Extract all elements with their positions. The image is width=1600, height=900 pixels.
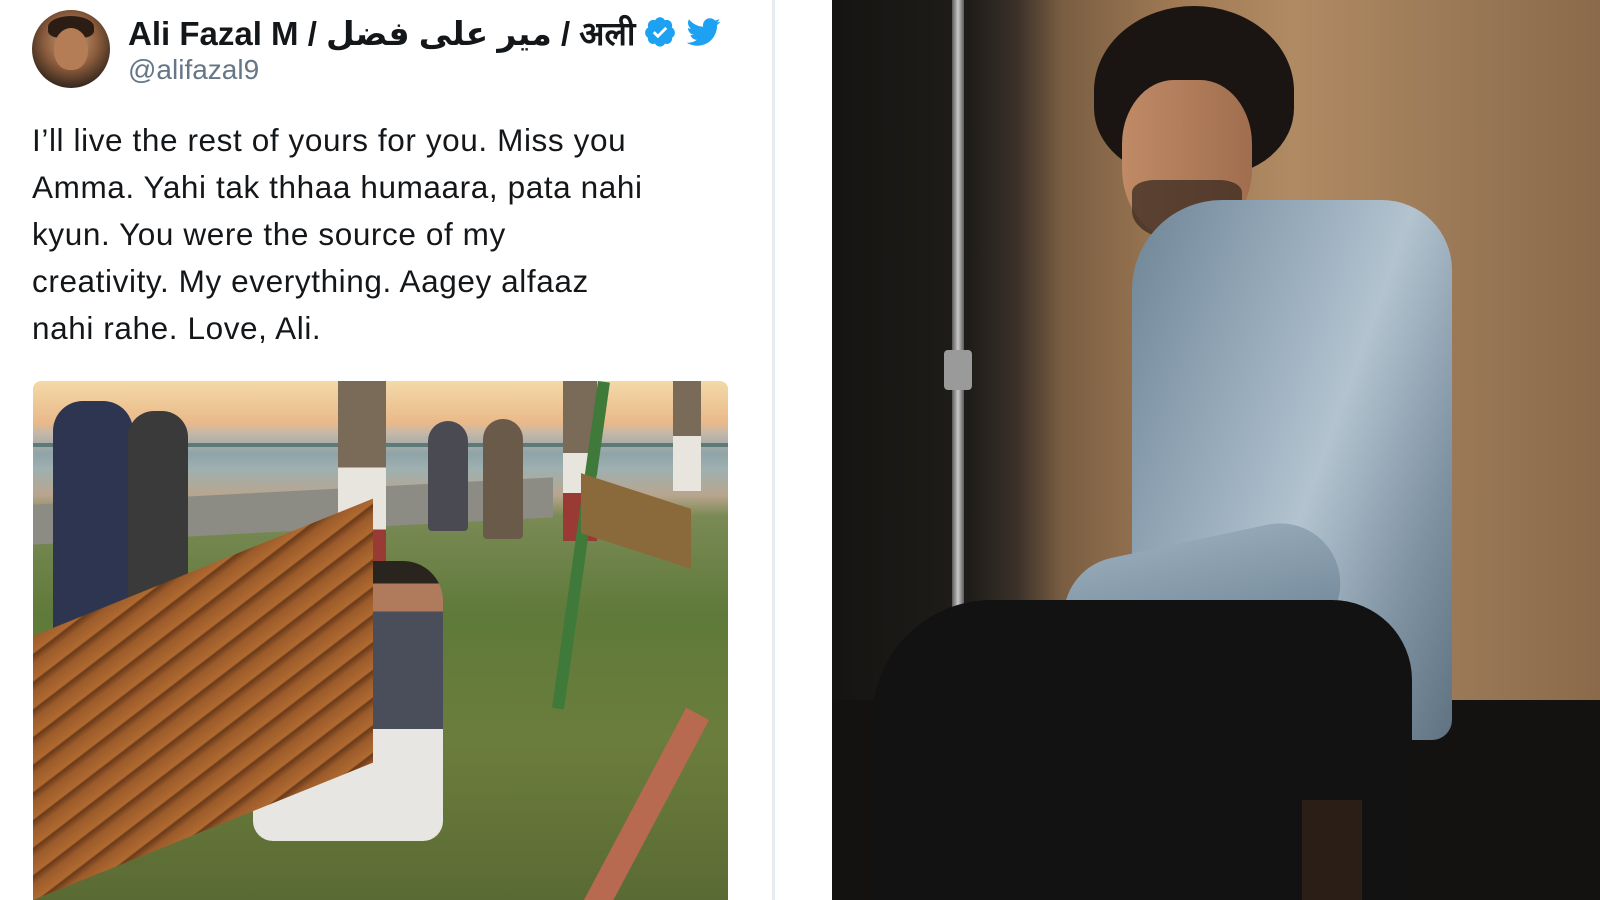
- tweet-text-line: creativity. My everything. Aagey alfaaz: [32, 263, 589, 299]
- twitter-bird-icon[interactable]: [685, 15, 723, 49]
- tweet-text-line: kyun. You were the source of my: [32, 216, 506, 252]
- tree-trunk: [673, 381, 701, 491]
- collage-gap: [775, 0, 832, 900]
- tweet-header: Ali Fazal M / میر علی فضل / अली: [128, 12, 723, 52]
- verified-badge-icon: [645, 17, 676, 47]
- stool: [1302, 800, 1362, 900]
- portrait-photo[interactable]: [832, 0, 1600, 900]
- tweet-text-line: nahi rahe. Love, Ali.: [32, 310, 322, 346]
- crowd-figure: [483, 419, 523, 539]
- display-name[interactable]: Ali Fazal M / میر علی فضل / अली: [128, 10, 635, 55]
- tweet-body: I’ll live the rest of yours for you. Mis…: [32, 117, 732, 352]
- avatar-face: [54, 28, 88, 70]
- tweet-media-photo[interactable]: [33, 381, 728, 900]
- user-avatar[interactable]: [32, 10, 110, 88]
- tweet-text-line: I’ll live the rest of yours for you. Mis…: [32, 122, 627, 158]
- user-handle[interactable]: @alifazal9: [128, 54, 259, 86]
- tweet-text-line: Amma. Yahi tak thhaa humaara, pata nahi: [32, 169, 643, 205]
- path-border: [582, 707, 710, 900]
- light-stand-clamp: [944, 350, 972, 390]
- crowd-figure: [428, 421, 468, 531]
- tweet-card: Ali Fazal M / میر علی فضل / अली @alifaza…: [0, 0, 772, 900]
